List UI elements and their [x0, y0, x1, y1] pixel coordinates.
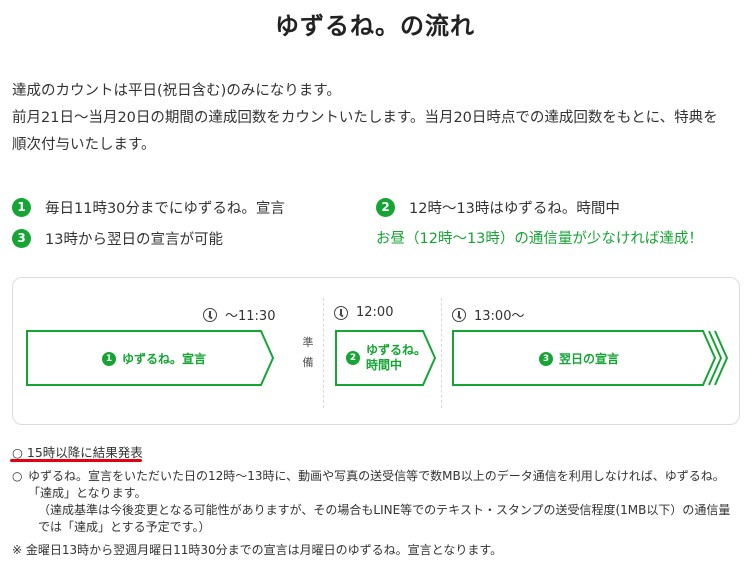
arrow-label-2: 2 ゆずるね。 時間中	[346, 343, 426, 373]
step-number-badge: 2	[346, 351, 360, 365]
step-text: 12時〜13時はゆずるね。時間中	[409, 201, 620, 217]
arrow-label-3: 3 翌日の宣言	[539, 350, 619, 367]
intro-text: 達成のカウントは平日(祝日含む)のみになります。 前月21日〜当月20日の期間の…	[12, 78, 732, 159]
timeline-diagram: 〜11:30 12:00 13:00〜 準 備 1 ゆずるね。宣言 2 ゆずるね…	[12, 277, 740, 425]
step-text: 13時から翌日の宣言が可能	[45, 232, 223, 248]
page-title: ゆずるね。の流れ	[275, 12, 475, 40]
step-1: 1 毎日11時30分までにゆずるね。宣言	[12, 197, 285, 218]
achievement-note: お昼（12時〜13時）の通信量が少なければ達成！	[376, 231, 703, 247]
note-main: ゆずるね。宣言をいただいた日の12時〜13時に、動画や写真の送受信等で数MB以上…	[28, 469, 725, 500]
result-notes: ○ ゆずるね。宣言をいただいた日の12時〜13時に、動画や写真の送受信等で数MB…	[12, 468, 738, 536]
red-underline	[10, 459, 142, 462]
step-number-badge: 2	[376, 198, 395, 217]
step-3: 3 13時から翌日の宣言が可能	[12, 228, 223, 249]
note-sub: （達成基準は今後変更となる可能性がありますが、その場合もLINE等でのテキスト・…	[38, 503, 731, 534]
step-number-badge: 3	[539, 351, 553, 366]
step-text: 毎日11時30分までにゆずるね。宣言	[45, 201, 285, 217]
step-number-badge: 1	[12, 198, 31, 217]
step-2: 2 12時〜13時はゆずるね。時間中	[376, 197, 620, 218]
step-number-badge: 1	[102, 351, 116, 366]
intro-line-1: 達成のカウントは平日(祝日含む)のみになります。	[12, 83, 341, 99]
arrow-label-1: 1 ゆずるね。宣言	[102, 350, 206, 367]
footnote: ※ 金曜日13時から翌週月曜日11時30分までの宣言は月曜日のゆずるね。宣言とな…	[12, 543, 503, 557]
step-number-badge: 3	[12, 229, 31, 248]
intro-line-2: 前月21日〜当月20日の期間の達成回数をカウントいたします。当月20日時点での達…	[12, 110, 718, 153]
circle-mark: ○	[12, 469, 23, 483]
